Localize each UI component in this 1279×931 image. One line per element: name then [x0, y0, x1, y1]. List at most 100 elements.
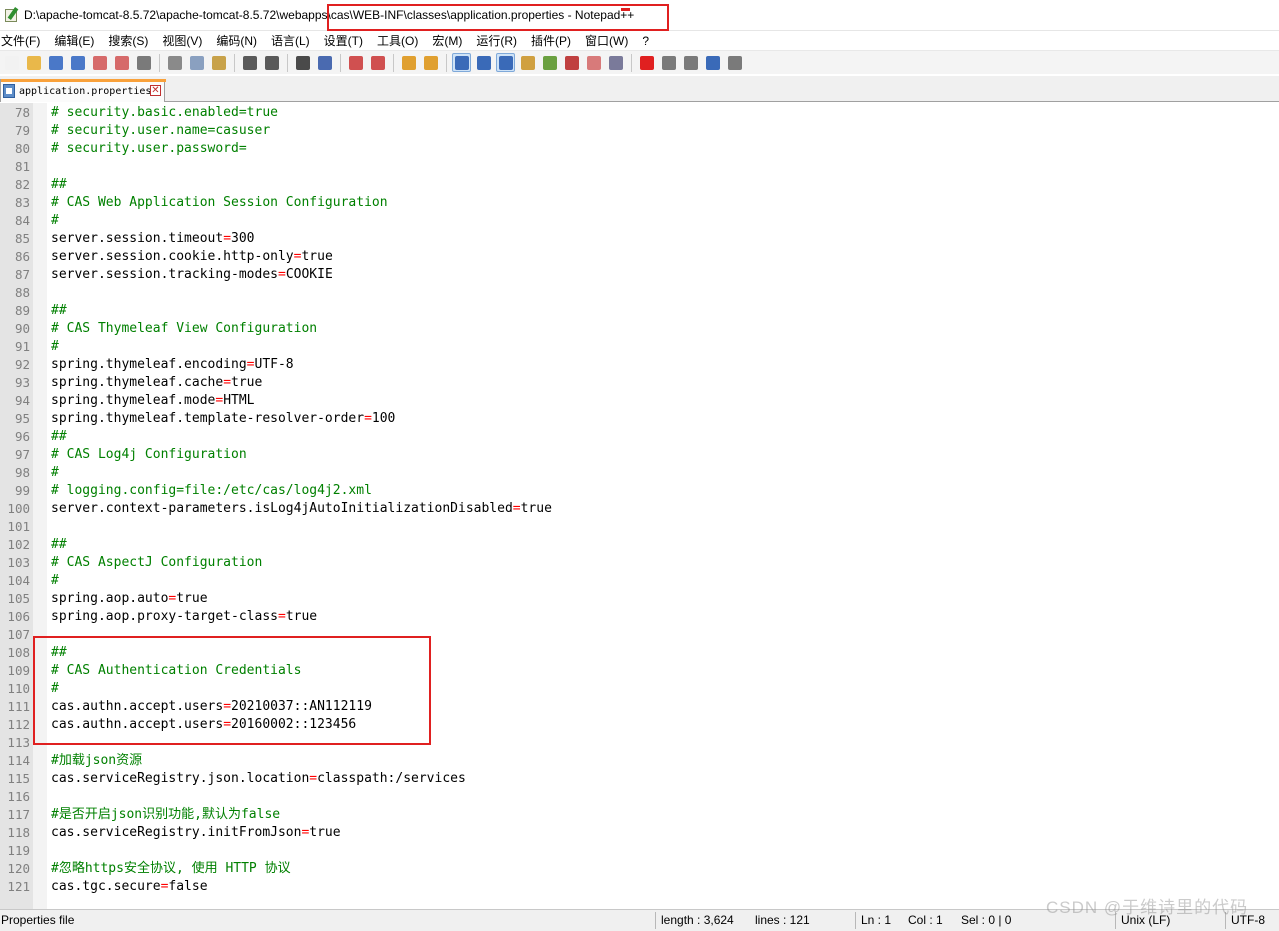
indent-guide-button[interactable]	[496, 53, 515, 72]
code-line[interactable]: 99 # logging.config=file:/etc/cas/log4j2.…	[0, 482, 1279, 500]
code-line[interactable]: 115 cas.serviceRegistry.json.location=cla…	[0, 770, 1279, 788]
property-key: spring.aop.proxy-target-class	[51, 609, 278, 624]
status-col: Col : 1	[908, 913, 943, 927]
code-line[interactable]: 92 spring.thymeleaf.encoding=UTF-8	[0, 356, 1279, 374]
code-line[interactable]: 106 spring.aop.proxy-target-class=true	[0, 608, 1279, 626]
property-key: server.session.cookie.http-only	[51, 249, 294, 264]
code-line[interactable]: 103 # CAS AspectJ Configuration	[0, 554, 1279, 572]
menu-bar: 文件(F) 编辑(E) 搜索(S) 视图(V) 编码(N) 语言(L) 设置(T…	[0, 31, 1279, 50]
close-button[interactable]	[90, 53, 109, 72]
code-line[interactable]: 105 spring.aop.auto=true	[0, 590, 1279, 608]
sync-horizontal-button[interactable]	[421, 53, 440, 72]
code-line[interactable]: 114 #加载json资源	[0, 752, 1279, 770]
show-all-chars-button[interactable]	[474, 53, 493, 72]
code-line[interactable]: 78 # security.basic.enabled=true	[0, 104, 1279, 122]
code-line[interactable]: 83 # CAS Web Application Session Configur…	[0, 194, 1279, 212]
notepad-plus-plus-icon	[4, 7, 20, 23]
property-key: cas.serviceRegistry.json.location	[51, 771, 310, 786]
menu-run[interactable]: 运行(R)	[475, 32, 524, 49]
code-line[interactable]: 81	[0, 158, 1279, 176]
find-button[interactable]	[293, 53, 312, 72]
folder-workspace-button[interactable]	[584, 53, 603, 72]
open-file-button[interactable]	[24, 53, 43, 72]
function-list-button[interactable]	[562, 53, 581, 72]
undo-icon	[242, 55, 257, 70]
code-line[interactable]: 87 server.session.tracking-modes=COOKIE	[0, 266, 1279, 284]
status-lines: lines : 121	[755, 913, 810, 927]
comment-line: #	[51, 213, 59, 228]
menu-plugins[interactable]: 插件(P)	[530, 32, 578, 49]
cut-button[interactable]	[165, 53, 184, 72]
sync-horizontal-icon	[423, 55, 438, 70]
code-line[interactable]: 89 ##	[0, 302, 1279, 320]
code-line[interactable]: 117 #是否开启json识别功能,默认为false	[0, 806, 1279, 824]
code-line[interactable]: 90 # CAS Thymeleaf View Configuration	[0, 320, 1279, 338]
line-number: 121	[7, 879, 30, 894]
code-line[interactable]: 120 #忽略https安全协议, 使用 HTTP 协议	[0, 860, 1279, 878]
code-line[interactable]: 96 ##	[0, 428, 1279, 446]
code-line[interactable]: 119	[0, 842, 1279, 860]
toolbar-separator	[159, 53, 160, 72]
menu-file[interactable]: 文件(F)	[0, 32, 47, 49]
new-file-button[interactable]	[2, 53, 21, 72]
redo-button[interactable]	[262, 53, 281, 72]
menu-encoding[interactable]: 编码(N)	[215, 32, 264, 49]
editor-pane[interactable]: 78 # security.basic.enabled=true 79 # secur…	[0, 103, 1279, 909]
code-area[interactable]: 78 # security.basic.enabled=true 79 # secur…	[0, 104, 1279, 896]
code-line[interactable]: 93 spring.thymeleaf.cache=true	[0, 374, 1279, 392]
record-macro-button[interactable]	[637, 53, 656, 72]
menu-help[interactable]: ?	[641, 34, 656, 48]
document-map-button[interactable]	[540, 53, 559, 72]
copy-button[interactable]	[187, 53, 206, 72]
undo-button[interactable]	[240, 53, 259, 72]
code-line[interactable]: 98 #	[0, 464, 1279, 482]
zoom-in-button[interactable]	[346, 53, 365, 72]
paste-button[interactable]	[209, 53, 228, 72]
word-wrap-button[interactable]	[452, 53, 471, 72]
line-number: 91	[14, 339, 30, 354]
code-line[interactable]: 82 ##	[0, 176, 1279, 194]
run-macro-multiple-button[interactable]	[703, 53, 722, 72]
save-macro-button[interactable]	[725, 53, 744, 72]
copy-icon	[189, 55, 204, 70]
menu-search[interactable]: 搜索(S)	[107, 32, 155, 49]
code-line[interactable]: 101	[0, 518, 1279, 536]
menu-window[interactable]: 窗口(W)	[584, 32, 635, 49]
menu-view[interactable]: 视图(V)	[161, 32, 209, 49]
code-line[interactable]: 94 spring.thymeleaf.mode=HTML	[0, 392, 1279, 410]
menu-edit[interactable]: 编辑(E)	[53, 32, 101, 49]
menu-settings[interactable]: 设置(T)	[323, 32, 370, 49]
code-line[interactable]: 97 # CAS Log4j Configuration	[0, 446, 1279, 464]
close-tab-icon[interactable]: ✕	[150, 85, 161, 96]
code-line[interactable]: 91 #	[0, 338, 1279, 356]
close-all-button[interactable]	[112, 53, 131, 72]
menu-language[interactable]: 语言(L)	[270, 32, 317, 49]
user-lang-button[interactable]	[518, 53, 537, 72]
code-line[interactable]: 102 ##	[0, 536, 1279, 554]
code-line[interactable]: 80 # security.user.password=	[0, 140, 1279, 158]
line-number: 108	[7, 645, 30, 660]
code-line[interactable]: 79 # security.user.name=casuser	[0, 122, 1279, 140]
stop-record-button[interactable]	[659, 53, 678, 72]
save-button[interactable]	[46, 53, 65, 72]
monitoring-button[interactable]	[606, 53, 625, 72]
code-line[interactable]: 88	[0, 284, 1279, 302]
code-line[interactable]: 95 spring.thymeleaf.template-resolver-ord…	[0, 410, 1279, 428]
zoom-out-button[interactable]	[368, 53, 387, 72]
replace-button[interactable]	[315, 53, 334, 72]
code-line[interactable]: 116	[0, 788, 1279, 806]
menu-macro[interactable]: 宏(M)	[431, 32, 469, 49]
equals-operator: =	[223, 231, 232, 246]
menu-tools[interactable]: 工具(O)	[376, 32, 425, 49]
code-line[interactable]: 85 server.session.timeout=300	[0, 230, 1279, 248]
code-line[interactable]: 118 cas.serviceRegistry.initFromJson=true	[0, 824, 1279, 842]
code-line[interactable]: 86 server.session.cookie.http-only=true	[0, 248, 1279, 266]
code-line[interactable]: 84 #	[0, 212, 1279, 230]
code-line[interactable]: 104 #	[0, 572, 1279, 590]
sync-vertical-button[interactable]	[399, 53, 418, 72]
code-line[interactable]: 100 server.context-parameters.isLog4jAuto…	[0, 500, 1279, 518]
play-macro-button[interactable]	[681, 53, 700, 72]
tab-application-properties[interactable]: application.properties ✕	[0, 79, 166, 102]
save-all-button[interactable]	[68, 53, 87, 72]
print-button[interactable]	[134, 53, 153, 72]
